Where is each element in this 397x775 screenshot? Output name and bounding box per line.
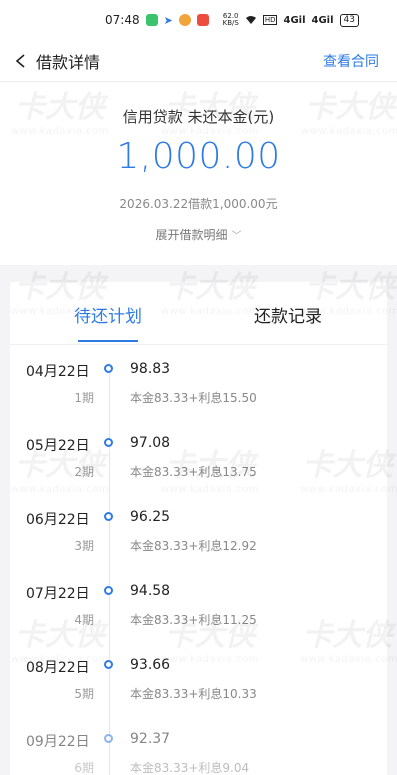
- schedule-period: 1期: [74, 391, 94, 405]
- schedule-row[interactable]: 06月22日 96.25 3期 本金83.33+利息12.92: [10, 501, 387, 561]
- timeline-line: [109, 363, 110, 775]
- expand-loan-details-label: 展开借款明细: [155, 228, 228, 242]
- battery-icon: 43: [339, 13, 359, 27]
- schedule-period: 6期: [74, 761, 94, 775]
- hd-icon: HD: [262, 15, 278, 25]
- schedule-breakdown: 本金83.33+利息11.25: [130, 613, 257, 627]
- chevron-down-icon: ﹀: [231, 231, 242, 242]
- repayment-card: 待还计划 还款记录 04月22日 98.83 1期 本金83.33+利息15.5…: [10, 282, 387, 775]
- schedule-amount: 98.83: [130, 361, 171, 377]
- schedule-period: 3期: [74, 539, 94, 553]
- timeline-dot-icon: [104, 438, 113, 447]
- schedule-row[interactable]: 04月22日 98.83 1期 本金83.33+利息15.50: [10, 353, 387, 413]
- schedule-amount: 97.08: [130, 435, 171, 451]
- schedule-row[interactable]: 05月22日 97.08 2期 本金83.33+利息13.75: [10, 427, 387, 487]
- outstanding-principal-label: 信用贷款 未还本金(元): [122, 108, 275, 126]
- schedule-date: 09月22日: [26, 734, 90, 750]
- schedule-amount: 93.66: [130, 657, 171, 673]
- schedule-amount: 92.37: [130, 731, 171, 747]
- schedule-date: 05月22日: [26, 438, 90, 454]
- schedule-amount: 94.58: [130, 583, 171, 599]
- outstanding-principal-amount: 1,000.00: [116, 136, 281, 177]
- send-icon: ➤: [163, 13, 173, 27]
- schedule-period: 5期: [74, 687, 94, 701]
- schedule-period: 2期: [74, 465, 94, 479]
- timeline-dot-icon: [104, 734, 113, 743]
- weibo-icon: [178, 14, 191, 26]
- app-notification-icon: [145, 14, 158, 26]
- timeline-dot-icon: [104, 364, 113, 373]
- timeline-dot-icon: [104, 586, 113, 595]
- tab-repayment-records[interactable]: 还款记录: [254, 302, 322, 327]
- status-left: 07:48 ➤: [105, 13, 209, 27]
- schedule-breakdown: 本金83.33+利息9.04: [130, 761, 250, 775]
- loan-summary: 信用贷款 未还本金(元) 1,000.00 2026.03.22借款1,000.…: [0, 82, 397, 265]
- timeline-dot-icon: [104, 512, 113, 521]
- active-tab-indicator: [78, 340, 138, 342]
- status-time: 07:48: [105, 13, 140, 27]
- status-right: 62.0 KB/S HD 4Gil 4Gil 43: [223, 13, 359, 27]
- app-red-icon: [196, 14, 209, 26]
- schedule-row[interactable]: 07月22日 94.58 4期 本金83.33+利息11.25: [10, 575, 387, 635]
- nav-bar: 借款详情 查看合同: [0, 40, 397, 82]
- timeline-dot-icon: [104, 660, 113, 669]
- expand-loan-details-button[interactable]: 展开借款明细 ﹀: [0, 226, 397, 243]
- page-title: 借款详情: [36, 52, 101, 72]
- signal-2-icon: 4Gil: [311, 14, 334, 26]
- schedule-amount: 96.25: [130, 509, 171, 525]
- schedule-date: 08月22日: [26, 660, 90, 676]
- schedule-breakdown: 本金83.33+利息12.92: [130, 539, 257, 553]
- schedule-date: 06月22日: [26, 512, 90, 528]
- schedule-row[interactable]: 08月22日 93.66 5期 本金83.33+利息10.33: [10, 649, 387, 709]
- view-contract-link[interactable]: 查看合同: [323, 51, 379, 71]
- schedule-row[interactable]: 09月22日 92.37 6期 本金83.33+利息9.04: [10, 723, 387, 775]
- schedule-date: 04月22日: [26, 364, 90, 380]
- schedule-breakdown: 本金83.33+利息15.50: [130, 391, 257, 405]
- wifi-icon: [245, 16, 256, 24]
- signal-1-icon: 4Gil: [283, 14, 306, 26]
- schedule-date: 07月22日: [26, 586, 90, 602]
- schedule-period: 4期: [74, 613, 94, 627]
- status-bar: 07:48 ➤ 62.0 KB/S HD 4Gil 4Gil 43: [0, 0, 397, 40]
- schedule-breakdown: 本金83.33+利息10.33: [130, 687, 257, 701]
- tab-repayment-plan[interactable]: 待还计划: [74, 302, 142, 327]
- chevron-left-icon: [15, 53, 25, 68]
- schedule-breakdown: 本金83.33+利息13.75: [130, 465, 257, 479]
- loan-description: 2026.03.22借款1,000.00元: [119, 197, 278, 211]
- back-button[interactable]: 借款详情: [14, 49, 100, 73]
- tab-bar: 待还计划 还款记录: [10, 282, 387, 345]
- network-speed: 62.0 KB/S: [222, 12, 239, 27]
